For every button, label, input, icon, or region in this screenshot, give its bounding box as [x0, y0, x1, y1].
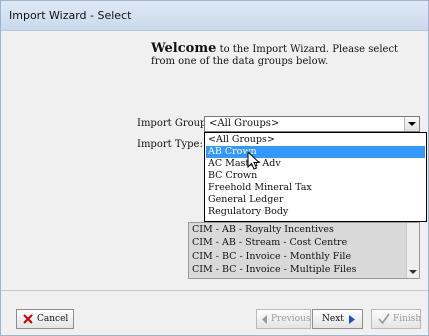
finish-button[interactable]: Finish	[371, 309, 421, 329]
list-item[interactable]: CIM - BC - Invoice - Monthly File	[192, 251, 402, 263]
chevron-down-icon[interactable]	[404, 117, 419, 131]
list-item[interactable]: CIM - AB - Royalty Incentives	[192, 224, 402, 236]
import-wizard-window: Import Wizard - Select Welcome to the Im…	[0, 0, 429, 336]
dropdown-item-ab-crown[interactable]: AB Crown	[206, 146, 425, 158]
previous-label: Previous	[271, 314, 311, 324]
next-button[interactable]: Next	[312, 309, 363, 329]
checkmark-icon	[378, 313, 390, 325]
scroll-down-icon[interactable]	[409, 270, 417, 274]
dropdown-item-ac-master-adv[interactable]: AC Master Adv	[206, 158, 425, 170]
import-type-label: Import Type:	[137, 139, 203, 150]
import-group-dropdown[interactable]: <All Groups> AB Crown AC Master Adv BC C…	[204, 132, 427, 222]
dropdown-item-freehold-mineral-tax[interactable]: Freehold Mineral Tax	[206, 182, 425, 194]
footer-divider	[1, 290, 428, 291]
dropdown-item-general-ledger[interactable]: General Ledger	[206, 194, 425, 206]
list-item[interactable]: CIM - AB - Stream - Cost Centre	[192, 237, 402, 249]
list-scrollbar[interactable]	[406, 223, 419, 278]
dropdown-item-bc-crown[interactable]: BC Crown	[206, 170, 425, 182]
title-bar[interactable]: Import Wizard - Select	[1, 1, 428, 31]
right-arrow-icon	[349, 315, 355, 324]
next-label: Next	[322, 314, 344, 324]
cancel-button[interactable]: Cancel	[16, 309, 74, 329]
finish-label: Finish	[393, 314, 422, 324]
cancel-label: Cancel	[37, 314, 69, 324]
import-group-value: <All Groups>	[209, 118, 280, 129]
red-x-icon	[23, 314, 33, 324]
import-group-select[interactable]: <All Groups>	[204, 116, 420, 132]
window-title: Import Wizard - Select	[9, 9, 132, 22]
dropdown-item-all-groups[interactable]: <All Groups>	[206, 134, 425, 146]
import-group-label: Import Group:	[137, 118, 210, 129]
mouse-pointer-icon	[247, 151, 261, 170]
left-arrow-icon	[262, 315, 267, 324]
dropdown-item-regulatory-body[interactable]: Regulatory Body	[206, 206, 425, 218]
previous-button[interactable]: Previous	[256, 309, 311, 329]
welcome-heading: Welcome	[151, 41, 217, 56]
import-type-list[interactable]: CIM - AB - Royalty Incentives CIM - AB -…	[188, 222, 420, 279]
list-item[interactable]: CIM - BC - Invoice - Multiple Files	[192, 264, 402, 276]
welcome-message: Welcome to the Import Wizard. Please sel…	[151, 41, 421, 68]
